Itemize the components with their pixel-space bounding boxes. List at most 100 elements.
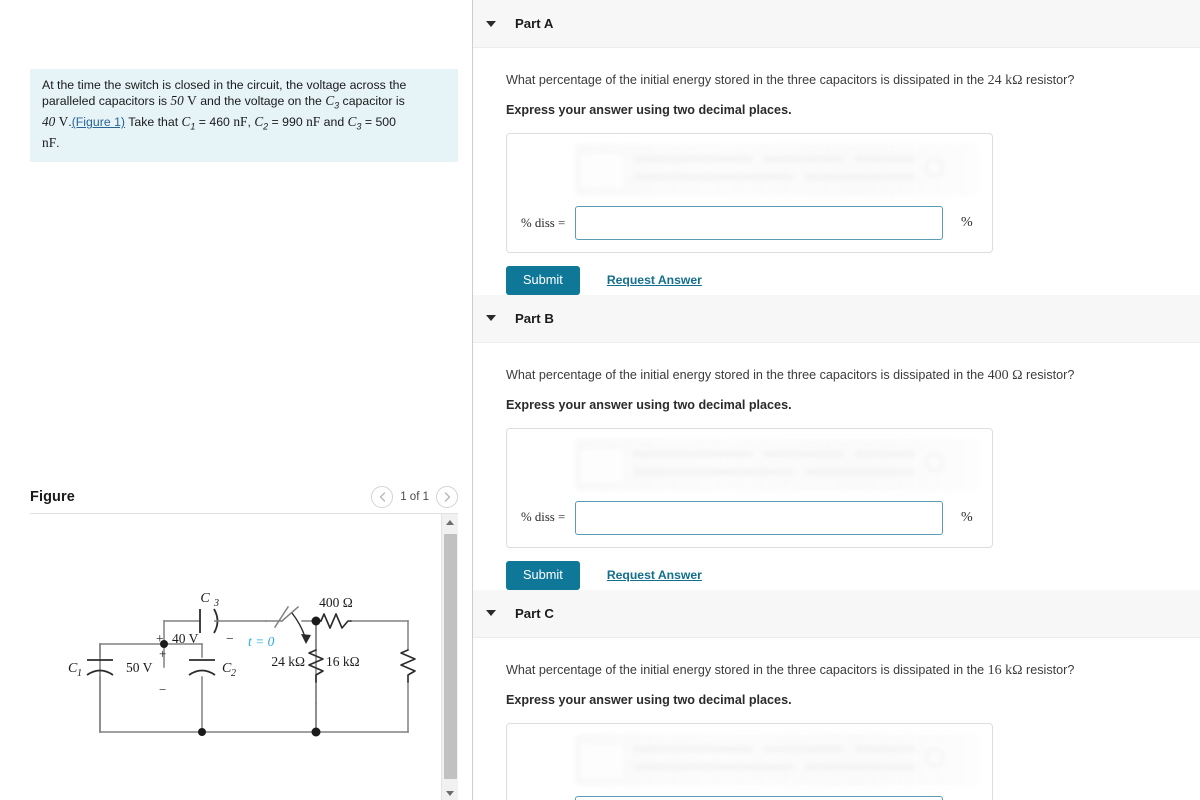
voltage-c3-unit: V: [58, 114, 69, 130]
figure-scrollbar[interactable]: [441, 514, 458, 800]
c2-subscript: 2: [263, 121, 269, 132]
c1-value: = 460: [198, 115, 230, 130]
c3b-unit: nF: [42, 135, 57, 151]
question-text-a: What percentage of the initial energy st…: [506, 72, 1200, 89]
question-value-a: 24 kΩ: [987, 73, 1023, 88]
resistor-400-symbol: [320, 613, 352, 629]
answer-box-c: % diss = %: [506, 722, 993, 800]
c2-symbol: C: [254, 114, 264, 130]
figure-page-count: 1 of 1: [400, 490, 429, 503]
instruction-text-b: Express your answer using two decimal pl…: [506, 397, 792, 412]
question-post-c: resistor?: [1022, 662, 1075, 677]
label-plus-c3: +: [156, 631, 164, 646]
problem-text-2: and the voltage on the: [196, 94, 326, 109]
answer-input-b[interactable]: [575, 500, 943, 535]
label-resistor-400: 400 Ω: [319, 595, 353, 610]
problem-pane: At the time the switch is closed in the …: [0, 0, 473, 800]
caret-down-icon[interactable]: [486, 315, 496, 322]
label-c3: C: [200, 591, 210, 606]
label-minus-parallel: −: [159, 682, 166, 697]
toolbar-ghost-line: [763, 745, 843, 752]
part-section-b: Part B What percentage of the initial en…: [473, 294, 1200, 590]
question-post-a: resistor?: [1022, 73, 1075, 87]
capacitor-c2-symbol: [188, 659, 216, 676]
toolbar-undo-icon: [925, 158, 944, 177]
node-dot: [311, 727, 321, 737]
and-word: and: [323, 115, 345, 130]
answer-toolbar-ghost-b[interactable]: [575, 438, 978, 491]
figure-prev-button[interactable]: [371, 485, 394, 508]
voltage-parallel-value: 50: [170, 93, 184, 109]
label-resistor-16k: 16 kΩ: [326, 654, 360, 669]
answer-unit-b: %: [961, 509, 973, 525]
caret-down-icon[interactable]: [486, 610, 496, 617]
toolbar-ghost-line: [855, 745, 915, 752]
action-row-b: Submit Request Answer: [506, 560, 1200, 590]
part-section-a: Part A What percentage of the initial en…: [473, 0, 1200, 295]
label-c2-sub: 2: [231, 668, 236, 679]
question-text-c: What percentage of the initial energy st…: [506, 662, 1200, 679]
label-c1-sub: 1: [77, 668, 82, 679]
caret-down-icon[interactable]: [486, 20, 496, 27]
submit-button-b[interactable]: Submit: [506, 560, 580, 590]
request-answer-link-b[interactable]: Request Answer: [607, 568, 702, 582]
submit-button-a[interactable]: Submit: [506, 266, 580, 295]
toolbar-template-chip: [579, 447, 625, 484]
node-dot: [198, 728, 206, 736]
answer-row-a: % diss = %: [521, 206, 978, 240]
part-section-c: Part C What percentage of the initial en…: [473, 589, 1200, 800]
label-voltage-50: 50 V: [126, 660, 153, 675]
answer-toolbar-ghost-c[interactable]: [575, 733, 978, 786]
circuit-diagram: C 3 C 1 C 2 40 V + − 50 V + − t = 0 400 …: [30, 514, 440, 800]
label-switch-time: t = 0: [248, 634, 275, 649]
page-root: At the time the switch is closed in the …: [0, 0, 1200, 800]
toolbar-ghost-line: [855, 450, 915, 457]
voltage-c3-value: 40: [42, 114, 56, 130]
toolbar-ghost-line: [805, 468, 915, 475]
c2-unit: nF: [306, 114, 321, 130]
toolbar-ghost-line: [633, 174, 793, 180]
question-value-b: 400 Ω: [987, 367, 1023, 383]
toolbar-ghost-line: [805, 174, 915, 180]
figure-next-button[interactable]: [436, 485, 458, 508]
scroll-down-button[interactable]: [442, 785, 458, 800]
scrollbar-thumb[interactable]: [444, 534, 457, 779]
instruction-text-a: Express your answer using two decimal pl…: [506, 103, 792, 117]
c1-symbol: C: [181, 114, 191, 130]
toolbar-ghost-line: [633, 763, 793, 770]
toolbar-ghost-line: [633, 745, 753, 752]
chevron-right-icon: [444, 491, 450, 502]
c3b-value: = 500: [364, 115, 396, 130]
label-c3-sub: 3: [213, 598, 219, 609]
c1-subscript: 1: [190, 121, 196, 132]
request-answer-link-a[interactable]: Request Answer: [607, 273, 702, 287]
question-text-b: What percentage of the initial energy st…: [506, 367, 1200, 384]
part-header-b[interactable]: Part B: [473, 294, 1200, 343]
problem-statement: At the time the switch is closed in the …: [30, 69, 458, 162]
figure-nav: 1 of 1: [371, 485, 458, 508]
part-label-c: Part C: [515, 605, 554, 621]
answer-toolbar-ghost-a[interactable]: [575, 144, 978, 196]
answer-row-c: % diss = %: [521, 795, 978, 800]
answer-box-a: % diss = %: [506, 133, 993, 253]
part-header-c[interactable]: Part C: [473, 589, 1200, 638]
action-row-a: Submit Request Answer: [506, 266, 1200, 295]
scroll-up-button[interactable]: [442, 514, 458, 530]
answer-label-b: % diss =: [521, 510, 566, 525]
label-minus-c3: −: [226, 631, 234, 646]
toolbar-template-chip: [579, 153, 625, 189]
problem-text-3: capacitor is: [339, 94, 405, 109]
switch-arrowhead: [301, 634, 311, 644]
label-resistor-24k: 24 kΩ: [271, 654, 305, 669]
triangle-down-icon: [446, 790, 454, 796]
part-label-b: Part B: [515, 310, 554, 326]
resistor-16k-symbol: [400, 649, 416, 683]
instruction-text-c: Express your answer using two decimal pl…: [506, 692, 792, 707]
chevron-left-icon: [379, 491, 385, 502]
question-pre-b: What percentage of the initial energy st…: [506, 367, 988, 382]
answer-input-a[interactable]: [575, 206, 943, 240]
figure-header: Figure 1 of 1: [30, 481, 458, 512]
figure-1-link[interactable]: (Figure 1): [72, 115, 125, 129]
part-header-a[interactable]: Part A: [473, 0, 1200, 48]
answer-input-c[interactable]: [575, 795, 943, 800]
